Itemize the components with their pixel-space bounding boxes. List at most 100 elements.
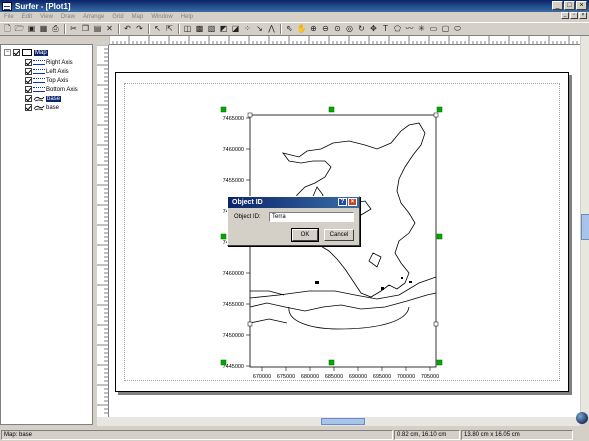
horizontal-scrollbar[interactable] <box>97 417 580 426</box>
menu-draw[interactable]: Draw <box>57 14 79 20</box>
vector-map-icon[interactable]: ↘ <box>254 24 265 35</box>
resize-handle <box>220 233 227 240</box>
tree-item-top-axis[interactable]: Top Axis <box>25 76 68 85</box>
close-button[interactable]: × <box>576 1 587 10</box>
move-icon[interactable]: ✥ <box>368 24 379 35</box>
zoom-page-icon[interactable]: ◎ <box>344 24 355 35</box>
save-icon[interactable]: ▣ <box>26 24 37 35</box>
maximize-button[interactable]: □ <box>564 1 575 10</box>
polyline-icon[interactable]: 〰 <box>404 24 415 35</box>
shaded-relief-icon[interactable]: ▧ <box>206 24 217 35</box>
tree-item-bottom-axis[interactable]: Bottom Axis <box>25 85 78 94</box>
tree-item-right-axis[interactable]: Right Axis <box>25 58 73 67</box>
x-tick-label: 670000 <box>253 374 271 380</box>
worksheet-icon[interactable]: ▦ <box>38 24 49 35</box>
resize-handle <box>436 106 443 113</box>
axis-icon <box>33 78 45 83</box>
cancel-button[interactable]: Cancel <box>324 229 354 241</box>
visibility-checkbox[interactable] <box>13 49 20 56</box>
object-id-input[interactable]: Terra <box>269 212 354 222</box>
y-tick-label: 7455000 <box>223 302 244 308</box>
status-selection: Map: base <box>1 430 393 440</box>
paste-icon[interactable]: ▤ <box>92 24 103 35</box>
open-icon[interactable]: 🗁 <box>14 24 25 35</box>
menu-window[interactable]: Window <box>147 14 176 20</box>
toolbar-separator <box>118 24 120 34</box>
tree-item-label: Top Axis <box>46 77 69 84</box>
map-icon <box>22 49 32 56</box>
undo-icon[interactable]: ↶ <box>122 24 133 35</box>
tree-item-label: base <box>46 95 62 102</box>
object-manager: − Map Right Axis Left Axis Top Axis Bott… <box>0 44 93 425</box>
zoom-rect-icon[interactable]: ⊙ <box>332 24 343 35</box>
menu-file[interactable]: File <box>0 14 18 20</box>
wireframe-icon[interactable]: ⋀ <box>266 24 277 35</box>
print-icon[interactable]: ⎙ <box>50 24 61 35</box>
new-icon[interactable]: 🗋 <box>2 24 13 35</box>
surface-map-icon[interactable]: ◩ <box>218 24 229 35</box>
rounded-rectangle-icon[interactable]: ▢ <box>440 24 451 35</box>
copy-icon[interactable]: ❐ <box>80 24 91 35</box>
zoom-in-icon[interactable]: ⊕ <box>308 24 319 35</box>
base-map-icon[interactable]: ◪ <box>230 24 241 35</box>
ellipse-icon[interactable]: ⬭ <box>452 24 463 35</box>
axis-icon <box>33 60 45 65</box>
menu-arrange[interactable]: Arrange <box>79 14 108 20</box>
vertical-scrollbar[interactable] <box>580 36 589 417</box>
tree-item-left-axis[interactable]: Left Axis <box>25 67 69 76</box>
resize-handle <box>220 106 227 113</box>
dialog-close-button[interactable]: × <box>348 198 357 206</box>
symbol-icon[interactable]: ✳ <box>416 24 427 35</box>
doc-close-button[interactable]: × <box>579 12 587 19</box>
help-button[interactable]: ? <box>338 198 347 206</box>
base-map-layer-icon <box>33 96 45 102</box>
reshape-icon[interactable]: ⇱ <box>164 24 175 35</box>
arrow-icon[interactable]: ⇖ <box>284 24 295 35</box>
menu-help[interactable]: Help <box>177 14 197 20</box>
delete-icon[interactable]: ✕ <box>104 24 115 35</box>
visibility-checkbox[interactable] <box>25 68 32 75</box>
tree-item-base-1[interactable]: base <box>25 94 62 103</box>
polygon-icon[interactable]: ⬠ <box>392 24 403 35</box>
status-coordinates: 0.82 cm, 16.10 cm <box>394 430 460 440</box>
object-id-label: Object ID: <box>234 214 261 220</box>
visibility-checkbox[interactable] <box>25 104 32 111</box>
doc-restore-button[interactable]: ▫ <box>570 12 578 19</box>
tree-item-label: Right Axis <box>46 59 73 66</box>
rotate-icon[interactable]: ↻ <box>356 24 367 35</box>
zoom-out-icon[interactable]: ⊖ <box>320 24 331 35</box>
x-tick-label: 695000 <box>373 374 391 380</box>
redo-icon[interactable]: ↷ <box>134 24 145 35</box>
menu-view[interactable]: View <box>36 14 57 20</box>
contour-map-icon[interactable]: ◫ <box>182 24 193 35</box>
text-icon[interactable]: T <box>380 24 391 35</box>
pan-icon[interactable]: ✋ <box>296 24 307 35</box>
surfer-window: Surfer - [Plot1] _ □ × File Edit View Dr… <box>0 0 589 441</box>
doc-minimize-button[interactable]: _ <box>561 12 569 19</box>
resize-handle <box>220 359 227 366</box>
minimize-button[interactable]: _ <box>552 1 563 10</box>
rectangle-icon[interactable]: ▭ <box>428 24 439 35</box>
cut-icon[interactable]: ✂ <box>68 24 79 35</box>
horizontal-scroll-thumb[interactable] <box>321 418 365 425</box>
toolbar-separator <box>64 24 66 34</box>
menu-map[interactable]: Map <box>128 14 148 20</box>
tree-item-base-2[interactable]: base <box>25 103 59 112</box>
menu-edit[interactable]: Edit <box>18 14 36 20</box>
vertical-scroll-thumb[interactable] <box>581 214 589 240</box>
visibility-checkbox[interactable] <box>25 95 32 102</box>
x-tick-label: 675000 <box>277 374 295 380</box>
x-tick-label: 700000 <box>397 374 415 380</box>
ok-button[interactable]: OK <box>291 228 319 242</box>
tree-item-map[interactable]: − Map <box>4 48 48 57</box>
menu-grid[interactable]: Grid <box>108 14 127 20</box>
post-map-icon[interactable]: ⁘ <box>242 24 253 35</box>
visibility-checkbox[interactable] <box>25 86 32 93</box>
tree-item-label: Left Axis <box>46 68 69 75</box>
window-title: Surfer - [Plot1] <box>15 1 71 11</box>
visibility-checkbox[interactable] <box>25 77 32 84</box>
select-icon[interactable]: ↖ <box>152 24 163 35</box>
visibility-checkbox[interactable] <box>25 59 32 66</box>
collapse-icon[interactable]: − <box>4 49 11 56</box>
image-map-icon[interactable]: ▩ <box>194 24 205 35</box>
